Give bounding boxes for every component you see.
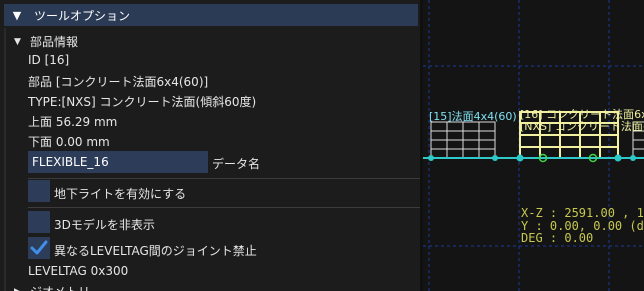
- section-parts-label: 部品情報: [30, 35, 79, 49]
- section-geometry[interactable]: ▶ ジオメトリ: [0, 283, 90, 291]
- collapse-triangle-icon[interactable]: ▼: [8, 9, 26, 22]
- section-parts-info[interactable]: ▼ 部品情報: [0, 33, 78, 50]
- bottom-surface: 下面 0.00 mm: [28, 135, 110, 149]
- hide-3d-checkbox[interactable]: [28, 211, 50, 233]
- divider: [28, 207, 420, 208]
- xz-coordinate: X-Z : 2591.00 , 1098.0: [521, 206, 644, 220]
- expand-triangle-icon[interactable]: ▼: [14, 37, 26, 47]
- panel-title: ツールオプション: [34, 8, 131, 23]
- part-15-shape[interactable]: [430, 121, 496, 159]
- part-type: TYPE:[NXS] コンクリート法面(傾斜60度): [28, 95, 257, 109]
- joint-prohibit-label: 異なるLEVELTAG間のジョイント禁止: [54, 244, 257, 258]
- checkmark-icon: [30, 240, 48, 255]
- data-name-label: データ名: [212, 157, 261, 171]
- collapsed-triangle-icon[interactable]: ▶: [14, 287, 26, 291]
- viewport-canvas[interactable]: [15]法面4x4(60) [16] コンクリート法面6x4( [NXS] コン…: [423, 0, 644, 291]
- underground-light-checkbox[interactable]: [28, 180, 50, 202]
- grid-lines: [423, 0, 644, 291]
- top-surface: 上面 56.29 mm: [28, 115, 118, 129]
- section-geometry-label: ジオメトリ: [30, 283, 90, 291]
- part-name: 部品 [コンクリート法面6x4(60)]: [28, 75, 209, 89]
- data-name-input[interactable]: FLEXIBLE_16: [28, 151, 208, 173]
- deg-readout: DEG : 0.00: [521, 231, 594, 245]
- hide-3d-label: 3Dモデルを非表示: [54, 218, 155, 232]
- tool-options-header[interactable]: ▼ ツールオプション: [4, 4, 418, 26]
- tool-options-panel: ▼ ツールオプション ▼ 部品情報 ID [16] 部品 [コンクリート法面6x…: [0, 0, 420, 291]
- editor-viewport[interactable]: [15]法面4x4(60) [16] コンクリート法面6x4( [NXS] コン…: [423, 0, 644, 291]
- panel-left-strip: [4, 28, 6, 291]
- part-16-label: [16] コンクリート法面6x4(: [520, 107, 644, 121]
- part-16-sublabel: [NXS] コンクリート法面(: [520, 119, 644, 133]
- joint-prohibit-checkbox[interactable]: [28, 237, 50, 259]
- part-id: ID [16]: [28, 53, 70, 67]
- underground-light-label: 地下ライトを有効にする: [54, 187, 187, 201]
- leveltag: LEVELTAG 0x300: [28, 264, 129, 278]
- part-15-label: [15]法面4x4(60): [429, 109, 517, 123]
- divider: [28, 178, 420, 179]
